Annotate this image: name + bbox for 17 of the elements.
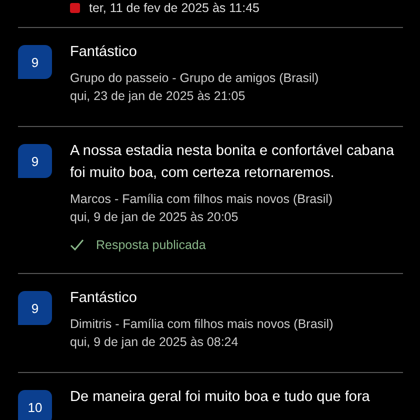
review-title: A nossa estadia nesta bonita e confortável cabana foi muito boa, com certeza retornaremos.: [70, 142, 396, 183]
score-badge: 9: [18, 45, 52, 79]
review-date: ter, 11 de fev de 2025 às 11:45: [89, 1, 260, 15]
review-author: Marcos - Família com filhos mais novos (Brasil): [70, 191, 334, 208]
reply-status: Resposta publicada: [96, 238, 206, 252]
review-title: Fantástico: [70, 43, 138, 62]
review-author: Dimitris - Família com filhos mais novos (Brasil): [70, 316, 334, 333]
review-author: Grupo do passeio - Grupo de amigos (Brasil): [70, 70, 320, 87]
review-title: De maneira geral foi muito boa e tudo que fora: [70, 388, 371, 407]
score-badge: 9: [18, 144, 52, 178]
warning-icon: [70, 3, 80, 13]
review-date: qui, 23 de jan de 2025 às 21:05: [70, 88, 246, 105]
score-badge: 9: [18, 291, 52, 325]
review-date: qui, 9 de jan de 2025 às 08:24: [70, 334, 240, 351]
score-badge: 10: [18, 390, 52, 420]
review-title: Fantástico: [70, 289, 138, 308]
review-date: qui, 9 de jan de 2025 às 20:05: [70, 209, 240, 226]
